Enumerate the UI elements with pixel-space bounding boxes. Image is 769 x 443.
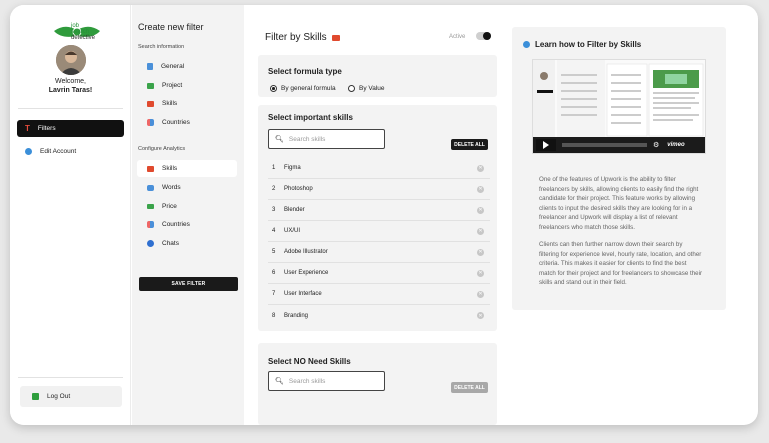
vimeo-logo: vimeo	[667, 142, 685, 148]
remove-icon[interactable]: ✕	[477, 248, 484, 256]
sidebar-item-label: Edit Account	[40, 148, 77, 155]
radio-general-formula[interactable]: By general formula	[270, 85, 336, 92]
map-icon	[147, 119, 154, 126]
skill-row: 3 Blender ✕	[268, 200, 490, 221]
important-skills-card: Select important skills 🔍︎ DELETE ALL 1 …	[258, 105, 497, 331]
radio-circle	[270, 85, 277, 92]
active-toggle[interactable]	[476, 32, 491, 40]
skill-row: 4 UX/UI ✕	[268, 221, 490, 242]
section-label: Configure Analytics	[138, 146, 186, 152]
sidebar-item-filters[interactable]: T Filters	[17, 120, 124, 137]
welcome-text: Welcome,	[55, 78, 86, 85]
sidebar-item-label: Filters	[37, 125, 56, 132]
filter-item-countries[interactable]: Countries	[137, 114, 237, 131]
search-icon: 🔍︎	[275, 136, 284, 143]
delete-all-button[interactable]: DELETE ALL	[451, 382, 488, 393]
remove-icon[interactable]: ✕	[477, 164, 484, 172]
delete-all-button[interactable]: DELETE ALL	[451, 139, 488, 150]
learn-panel: Learn how to Filter by Skills ⚙ vimeo On…	[512, 27, 726, 310]
radio-circle	[348, 85, 355, 92]
folder-icon	[147, 82, 154, 89]
skill-row: 6 User Experience ✕	[268, 263, 490, 284]
remove-icon[interactable]: ✕	[477, 206, 484, 214]
active-label: Active	[449, 34, 466, 40]
search-skills-input[interactable]: 🔍︎	[268, 129, 385, 149]
filter-item-general[interactable]: General	[137, 58, 237, 75]
filter-panel: Create new filter Search information Gen…	[132, 5, 244, 425]
search-input[interactable]	[288, 377, 379, 385]
sidebar: job search detective Welcome, Lavrin Tar…	[10, 5, 131, 425]
card-title: Select NO Need Skills	[268, 357, 351, 366]
page-title: Filter by Skills	[265, 32, 340, 43]
briefcase-icon	[147, 100, 154, 107]
chat-icon	[147, 184, 154, 191]
divider	[18, 377, 123, 378]
video-player[interactable]: ⚙ vimeo	[532, 59, 706, 154]
search-input[interactable]	[288, 135, 379, 143]
skill-row: 5 Adobe Illustrator ✕	[268, 242, 490, 263]
radio-by-value[interactable]: By Value	[348, 85, 385, 92]
analytics-item-skills[interactable]: Skills	[137, 160, 237, 177]
card-title: Select formula type	[268, 67, 342, 76]
learn-title: Learn how to Filter by Skills	[523, 40, 641, 49]
card-title: Select important skills	[268, 113, 353, 122]
video-thumbnail	[533, 60, 705, 139]
logout-icon	[32, 393, 39, 400]
globe-icon	[523, 41, 530, 48]
remove-icon[interactable]: ✕	[477, 185, 484, 193]
briefcase-icon	[147, 165, 154, 172]
no-need-skills-card: Select NO Need Skills 🔍︎ DELETE ALL	[258, 343, 497, 425]
logo-text: job search detective	[71, 23, 96, 41]
chats-icon	[147, 240, 154, 247]
document-icon	[147, 63, 153, 70]
globe-icon	[25, 148, 32, 155]
money-icon	[147, 204, 154, 209]
save-filter-button[interactable]: SAVE FILTER	[139, 277, 238, 291]
briefcase-icon	[331, 34, 340, 41]
analytics-item-words[interactable]: Words	[137, 179, 237, 196]
remove-icon[interactable]: ✕	[477, 227, 484, 235]
analytics-item-price[interactable]: Price	[137, 198, 237, 215]
settings-icon[interactable]: ⚙	[653, 141, 659, 149]
filter-panel-title: Create new filter	[138, 22, 204, 32]
search-icon: 🔍︎	[275, 378, 284, 385]
filter-item-skills[interactable]: Skills	[137, 95, 237, 112]
skill-row: 1 Figma ✕	[268, 158, 490, 179]
remove-icon[interactable]: ✕	[477, 312, 484, 319]
avatar	[56, 45, 86, 75]
video-controls: ⚙ vimeo	[533, 137, 705, 153]
section-label: Search information	[138, 44, 185, 50]
remove-icon[interactable]: ✕	[477, 269, 484, 277]
skill-row: 7 User Interface ✕	[268, 284, 490, 305]
logout-button[interactable]: Log Out	[20, 386, 122, 407]
app-window: job search detective Welcome, Lavrin Tar…	[10, 5, 758, 425]
skill-row: 2 Photoshop ✕	[268, 179, 490, 200]
filter-icon: T	[25, 124, 30, 133]
formula-card: Select formula type By general formula B…	[258, 55, 497, 97]
filter-item-project[interactable]: Project	[137, 77, 237, 94]
analytics-item-countries[interactable]: Countries	[137, 216, 237, 233]
play-button[interactable]	[536, 139, 556, 151]
remove-icon[interactable]: ✕	[477, 290, 484, 298]
no-need-search-input[interactable]: 🔍︎	[268, 371, 385, 391]
learn-paragraph: One of the features of Upwork is the abi…	[539, 176, 699, 231]
learn-paragraph: Clients can then further narrow down the…	[539, 241, 703, 286]
user-name: Lavrin Taras!	[48, 87, 93, 94]
map-icon	[147, 221, 154, 228]
analytics-item-chats[interactable]: Chats	[137, 235, 237, 252]
sidebar-item-edit-account[interactable]: Edit Account	[17, 143, 124, 160]
divider	[18, 108, 123, 109]
video-progress-bar[interactable]	[562, 143, 647, 147]
skill-row: 8 Branding ✕	[272, 312, 484, 319]
